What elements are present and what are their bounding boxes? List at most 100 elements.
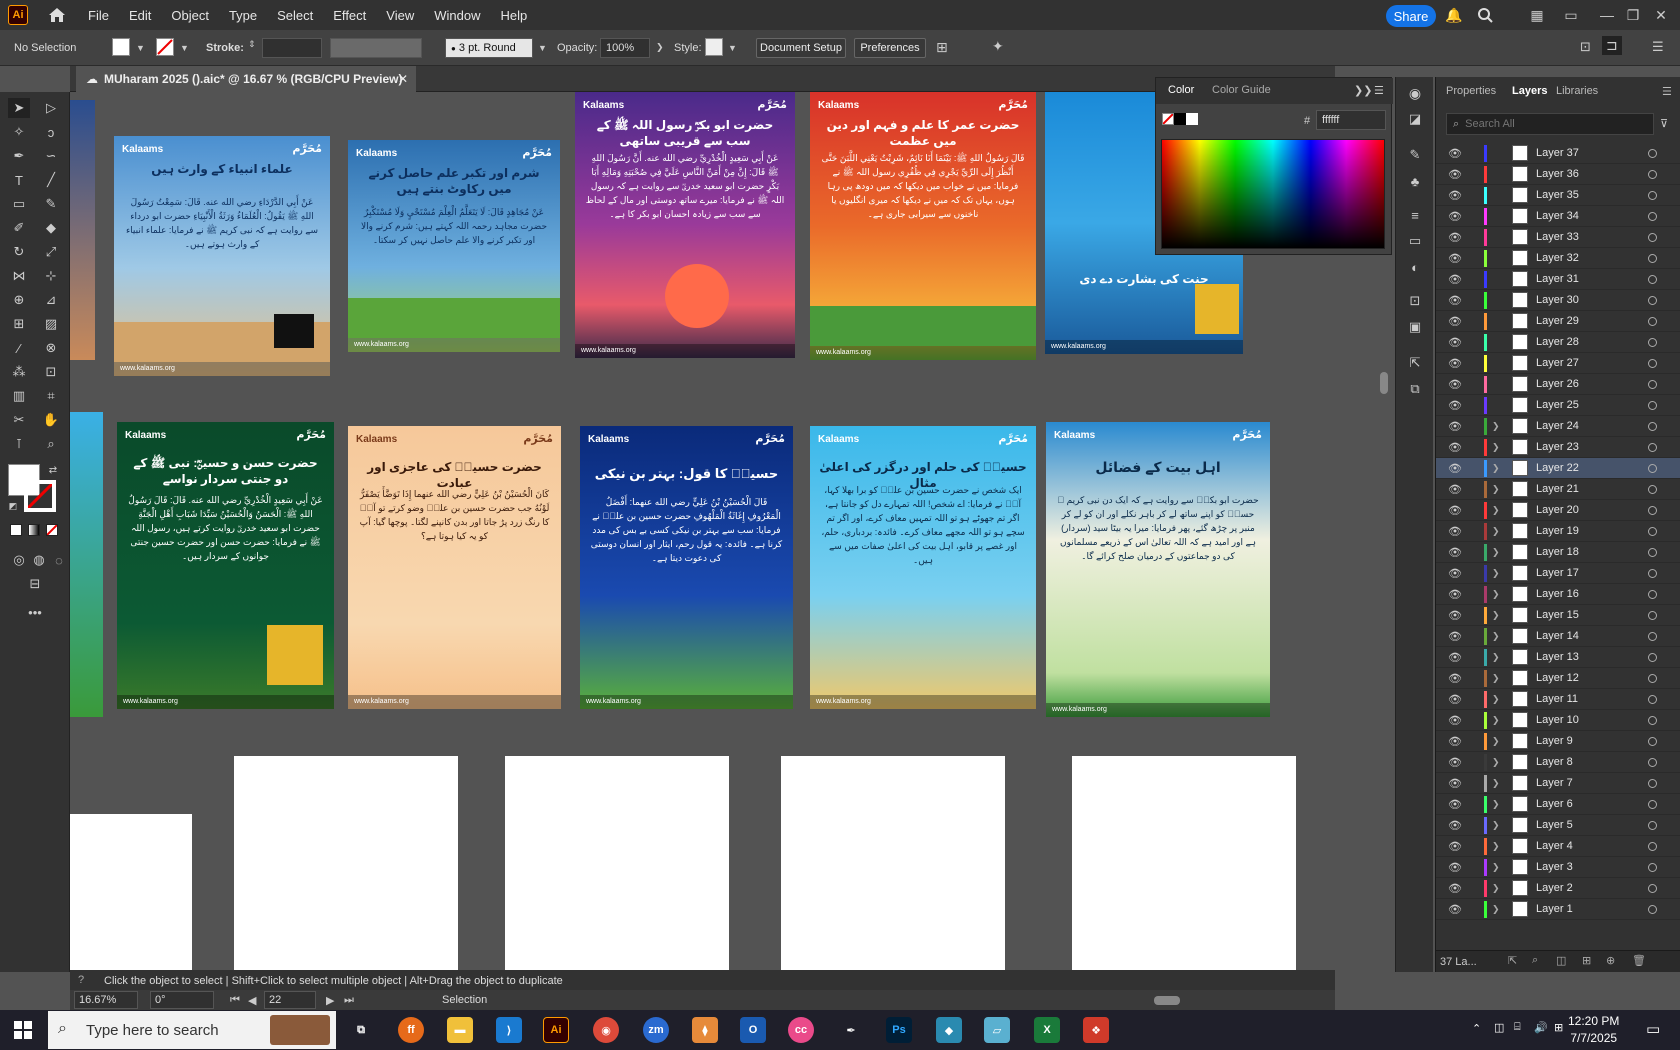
prev-artboard-icon[interactable]: ◀ — [248, 994, 256, 1007]
visibility-eye-icon[interactable]: 👁 — [1448, 567, 1462, 580]
white-swatch[interactable] — [1186, 113, 1198, 125]
visibility-eye-icon[interactable]: 👁 — [1448, 861, 1462, 874]
layer-target-icon[interactable] — [1648, 211, 1657, 221]
rotate-tool-icon[interactable]: ↻ — [8, 242, 30, 262]
layer-row[interactable]: 👁 ❯ Layer 23 — [1436, 437, 1680, 458]
layer-target-icon[interactable] — [1648, 652, 1657, 662]
export-icon[interactable]: ⇱ — [1404, 353, 1426, 373]
layer-target-icon[interactable] — [1648, 505, 1657, 515]
visibility-eye-icon[interactable]: 👁 — [1448, 693, 1462, 706]
layer-row[interactable]: 👁 Layer 35 — [1436, 185, 1680, 206]
layer-row[interactable]: 👁 Layer 28 — [1436, 332, 1680, 353]
layer-name[interactable]: Layer 25 — [1536, 399, 1579, 411]
poster-partial-left-2[interactable] — [70, 412, 103, 717]
poster-4[interactable]: Kalaams مُحَرَّم حضرت عمر کا علم و فہم ا… — [810, 92, 1036, 360]
tab-color[interactable]: Color — [1168, 84, 1194, 96]
expand-chevron-icon[interactable]: ❯ — [1492, 589, 1500, 600]
panel-menu-icon[interactable]: ☰ — [1374, 84, 1384, 97]
layer-row[interactable]: 👁 Layer 31 — [1436, 269, 1680, 290]
layer-row[interactable]: 👁 ❯ Layer 6 — [1436, 794, 1680, 815]
gradient-panel-icon[interactable]: ▭ — [1404, 231, 1426, 251]
layer-name[interactable]: Layer 21 — [1536, 483, 1579, 495]
photoshop-icon[interactable]: Ps — [886, 1017, 912, 1043]
menu-help[interactable]: Help — [490, 8, 537, 23]
artboard-field[interactable]: 22 — [264, 991, 316, 1009]
mesh-tool-icon[interactable]: ⊞ — [8, 314, 30, 334]
close-tab-icon[interactable]: ✕ — [398, 72, 408, 86]
layer-row[interactable]: 👁 ❯ Layer 11 — [1436, 689, 1680, 710]
poster-partial-left[interactable] — [70, 100, 95, 360]
blank-artboard[interactable] — [70, 814, 192, 970]
layer-target-icon[interactable] — [1648, 463, 1657, 473]
pen-tool-icon[interactable]: ✒ — [8, 146, 30, 166]
layer-row[interactable]: 👁 ❯ Layer 3 — [1436, 857, 1680, 878]
expand-chevron-icon[interactable]: ❯ — [1492, 883, 1500, 894]
tray-chevron-icon[interactable]: ⌃ — [1472, 1022, 1481, 1035]
hand-tool-icon[interactable]: ✋ — [40, 410, 62, 430]
layer-target-icon[interactable] — [1648, 694, 1657, 704]
visibility-eye-icon[interactable]: 👁 — [1448, 735, 1462, 748]
layer-row[interactable]: 👁 Layer 26 — [1436, 374, 1680, 395]
poster-2[interactable]: Kalaams مُحَرَّم شرم اور تکبر علم حاصل ک… — [348, 140, 560, 352]
windows-start-icon[interactable] — [14, 1021, 32, 1042]
layer-row[interactable]: 👁 Layer 27 — [1436, 353, 1680, 374]
layer-row[interactable]: 👁 ❯ Layer 12 — [1436, 668, 1680, 689]
brushes-icon[interactable]: ✎ — [1404, 145, 1426, 165]
last-artboard-icon[interactable]: ⏭ — [344, 994, 354, 1007]
transparency-icon[interactable]: ◐ — [1404, 257, 1426, 277]
artboard-canvas[interactable]: Kalaams مُحَرَّم علماء انبیاء کے وارث ہی… — [70, 92, 1300, 970]
layer-target-icon[interactable] — [1648, 820, 1657, 830]
menu-edit[interactable]: Edit — [119, 8, 161, 23]
visibility-eye-icon[interactable]: 👁 — [1448, 798, 1462, 811]
workspace-icon[interactable]: ▦ — [1528, 6, 1546, 24]
layer-row[interactable]: 👁 ❯ Layer 17 — [1436, 563, 1680, 584]
home-icon[interactable] — [46, 5, 68, 25]
zoom-app-icon[interactable]: zm — [643, 1017, 669, 1043]
layer-name[interactable]: Layer 32 — [1536, 252, 1579, 264]
expand-chevron-icon[interactable]: ❯ — [1492, 757, 1500, 768]
layer-name[interactable]: Layer 37 — [1536, 147, 1579, 159]
document-tab[interactable]: ☁ MUharam 2025 ().aic* @ 16.67 % (RGB/CP… — [76, 66, 416, 92]
blank-artboard[interactable] — [234, 756, 458, 970]
taskbar-clock[interactable]: 12:20 PM 7/7/2025 — [1568, 1013, 1619, 1047]
layer-target-icon[interactable] — [1648, 526, 1657, 536]
tray-app-icon[interactable]: ◫ — [1494, 1021, 1504, 1034]
visibility-eye-icon[interactable]: 👁 — [1448, 378, 1462, 391]
layer-name[interactable]: Layer 23 — [1536, 441, 1579, 453]
layer-name[interactable]: Layer 14 — [1536, 630, 1579, 642]
layers-search-input[interactable] — [1465, 118, 1626, 130]
screen-mode-icon[interactable]: ⊟ — [24, 574, 46, 594]
layer-target-icon[interactable] — [1648, 358, 1657, 368]
visibility-eye-icon[interactable]: 👁 — [1448, 651, 1462, 664]
rectangle-tool-icon[interactable]: ▭ — [8, 194, 30, 214]
visibility-eye-icon[interactable]: 👁 — [1448, 231, 1462, 244]
layer-row[interactable]: 👁 Layer 30 — [1436, 290, 1680, 311]
layer-name[interactable]: Layer 35 — [1536, 189, 1579, 201]
none-swatch[interactable] — [1162, 113, 1174, 125]
delete-layer-icon[interactable]: 🗑 — [1632, 954, 1646, 967]
visibility-eye-icon[interactable]: 👁 — [1448, 819, 1462, 832]
gradient-tool-icon[interactable]: ▨ — [40, 314, 62, 334]
layer-row[interactable]: 👁 ❯ Layer 9 — [1436, 731, 1680, 752]
layer-name[interactable]: Layer 15 — [1536, 609, 1579, 621]
first-artboard-icon[interactable]: ⏮ — [230, 994, 240, 1007]
tab-color-guide[interactable]: Color Guide — [1212, 84, 1271, 96]
layer-name[interactable]: Layer 4 — [1536, 840, 1573, 852]
layer-target-icon[interactable] — [1648, 589, 1657, 599]
menu-window[interactable]: Window — [424, 8, 490, 23]
app-icon-pin[interactable]: ❖ — [1083, 1017, 1109, 1043]
black-swatch[interactable] — [1174, 113, 1186, 125]
layer-row[interactable]: 👁 ❯ Layer 21 — [1436, 479, 1680, 500]
expand-chevron-icon[interactable]: ❯ — [1492, 463, 1500, 474]
layer-row[interactable]: 👁 ❯ Layer 8 — [1436, 752, 1680, 773]
firefox-icon[interactable]: ff — [398, 1017, 424, 1043]
tab-properties[interactable]: Properties — [1446, 85, 1496, 97]
layer-row[interactable]: 👁 ❯ Layer 19 — [1436, 521, 1680, 542]
layer-row[interactable]: 👁 Layer 36 — [1436, 164, 1680, 185]
layer-name[interactable]: Layer 10 — [1536, 714, 1579, 726]
layer-target-icon[interactable] — [1648, 400, 1657, 410]
bell-icon[interactable]: 🔔 — [1445, 6, 1463, 24]
layer-row[interactable]: 👁 ❯ Layer 13 — [1436, 647, 1680, 668]
layer-name[interactable]: Layer 22 — [1536, 462, 1579, 474]
layer-target-icon[interactable] — [1648, 169, 1657, 179]
